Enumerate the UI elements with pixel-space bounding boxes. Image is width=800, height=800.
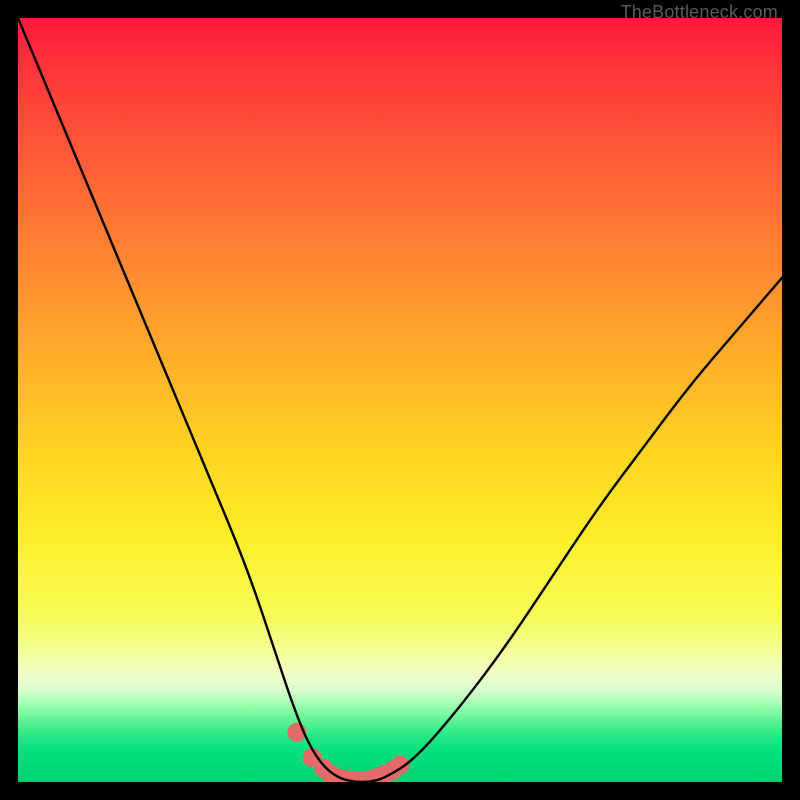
watermark-text: TheBottleneck.com	[621, 2, 778, 23]
plot-area	[18, 18, 782, 782]
curve-layer	[18, 18, 782, 782]
chart-frame: TheBottleneck.com	[0, 0, 800, 800]
bottleneck-curve	[18, 18, 782, 782]
